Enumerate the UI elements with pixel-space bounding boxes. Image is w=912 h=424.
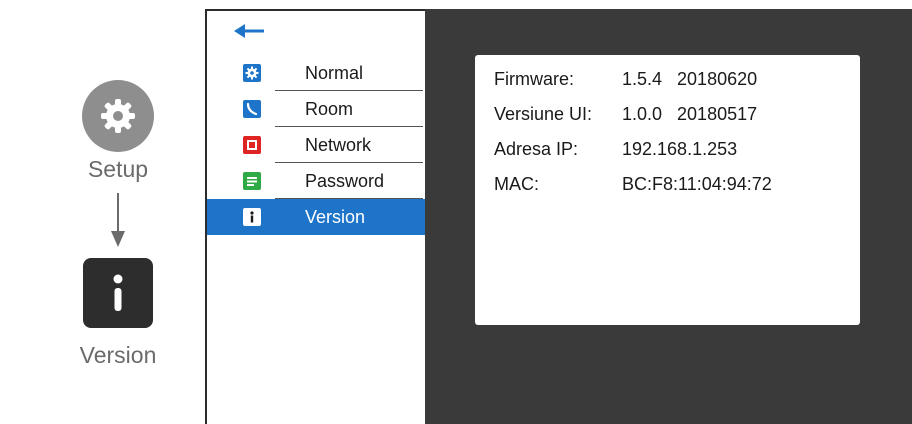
setup-label: Setup — [87, 156, 149, 182]
menu-item-password[interactable]: Password — [207, 163, 425, 199]
back-arrow-icon[interactable] — [234, 23, 264, 39]
password-icon — [243, 172, 261, 190]
version-info-icon — [83, 258, 153, 328]
info-key: Adresa IP: — [494, 139, 579, 159]
network-icon — [243, 136, 261, 154]
setup-gear-icon — [82, 80, 154, 152]
info-value: BC:F8:11:04:94:72 — [622, 174, 772, 194]
phone-icon — [243, 100, 261, 118]
info-key: MAC: — [494, 174, 539, 194]
menu-item-label: Network — [305, 135, 372, 155]
info-value: 192.168.1.253 — [622, 139, 738, 159]
info-value: 1.5.4 20180620 — [622, 69, 758, 89]
device-screen: Normal Room Network Password Version Fir… — [205, 9, 912, 424]
info-value: 1.0.0 20180517 — [622, 104, 758, 124]
menu-item-network[interactable]: Network — [207, 127, 425, 163]
down-arrow-icon — [111, 193, 125, 247]
menu-item-room[interactable]: Room — [207, 91, 425, 127]
menu-item-version[interactable]: Version — [207, 199, 425, 235]
version-label: Version — [79, 342, 157, 368]
gear-icon — [243, 64, 261, 82]
settings-menu: Normal Room Network Password Version — [205, 9, 425, 424]
menu-item-label: Normal — [305, 63, 364, 83]
info-key: Versiune UI: — [494, 104, 593, 124]
version-info-panel: Firmware: 1.5.4 20180620 Versiune UI: 1.… — [475, 55, 860, 325]
menu-item-label: Password — [305, 171, 385, 191]
menu-item-normal[interactable]: Normal — [207, 55, 425, 91]
menu-item-label: Version — [305, 207, 366, 227]
info-key: Firmware: — [494, 69, 574, 89]
info-icon — [243, 208, 261, 226]
menu-item-label: Room — [305, 99, 354, 119]
